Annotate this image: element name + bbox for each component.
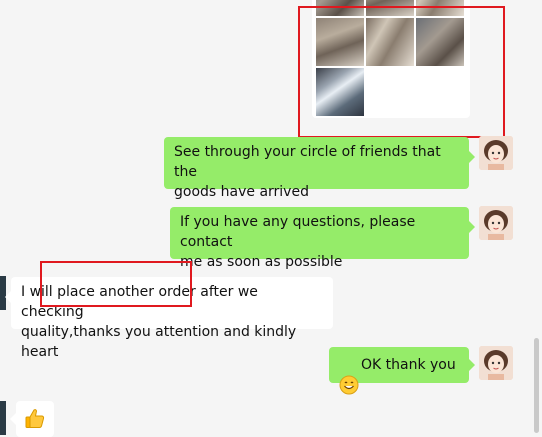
annotation-highlight-box: [40, 261, 192, 307]
cartoon-girl-avatar-icon: [479, 136, 513, 170]
cartoon-girl-avatar-icon: [479, 206, 513, 240]
avatar[interactable]: [479, 346, 513, 380]
outgoing-message-bubble[interactable]: OK thank you: [329, 347, 469, 395]
message-text: OK thank you: [361, 357, 456, 373]
outgoing-message-bubble[interactable]: See through your circle of friends that …: [164, 137, 469, 200]
bubble-tail: [469, 221, 475, 233]
annotation-highlight-box: [298, 6, 505, 138]
smile-emoji-icon: [339, 355, 359, 395]
cartoon-girl-avatar-icon: [479, 346, 513, 380]
avatar[interactable]: [0, 401, 6, 435]
chat-history[interactable]: See through your circle of friends that …: [0, 0, 542, 437]
scrollbar-thumb[interactable]: [534, 338, 539, 433]
thumbs-up-icon: [25, 409, 45, 428]
incoming-emoji-message[interactable]: [16, 401, 54, 437]
bubble-tail: [469, 359, 475, 371]
outgoing-message-bubble[interactable]: If you have any questions, please contac…: [170, 207, 469, 270]
avatar[interactable]: [479, 136, 513, 170]
bubble-tail: [469, 151, 475, 163]
avatar[interactable]: [479, 206, 513, 240]
